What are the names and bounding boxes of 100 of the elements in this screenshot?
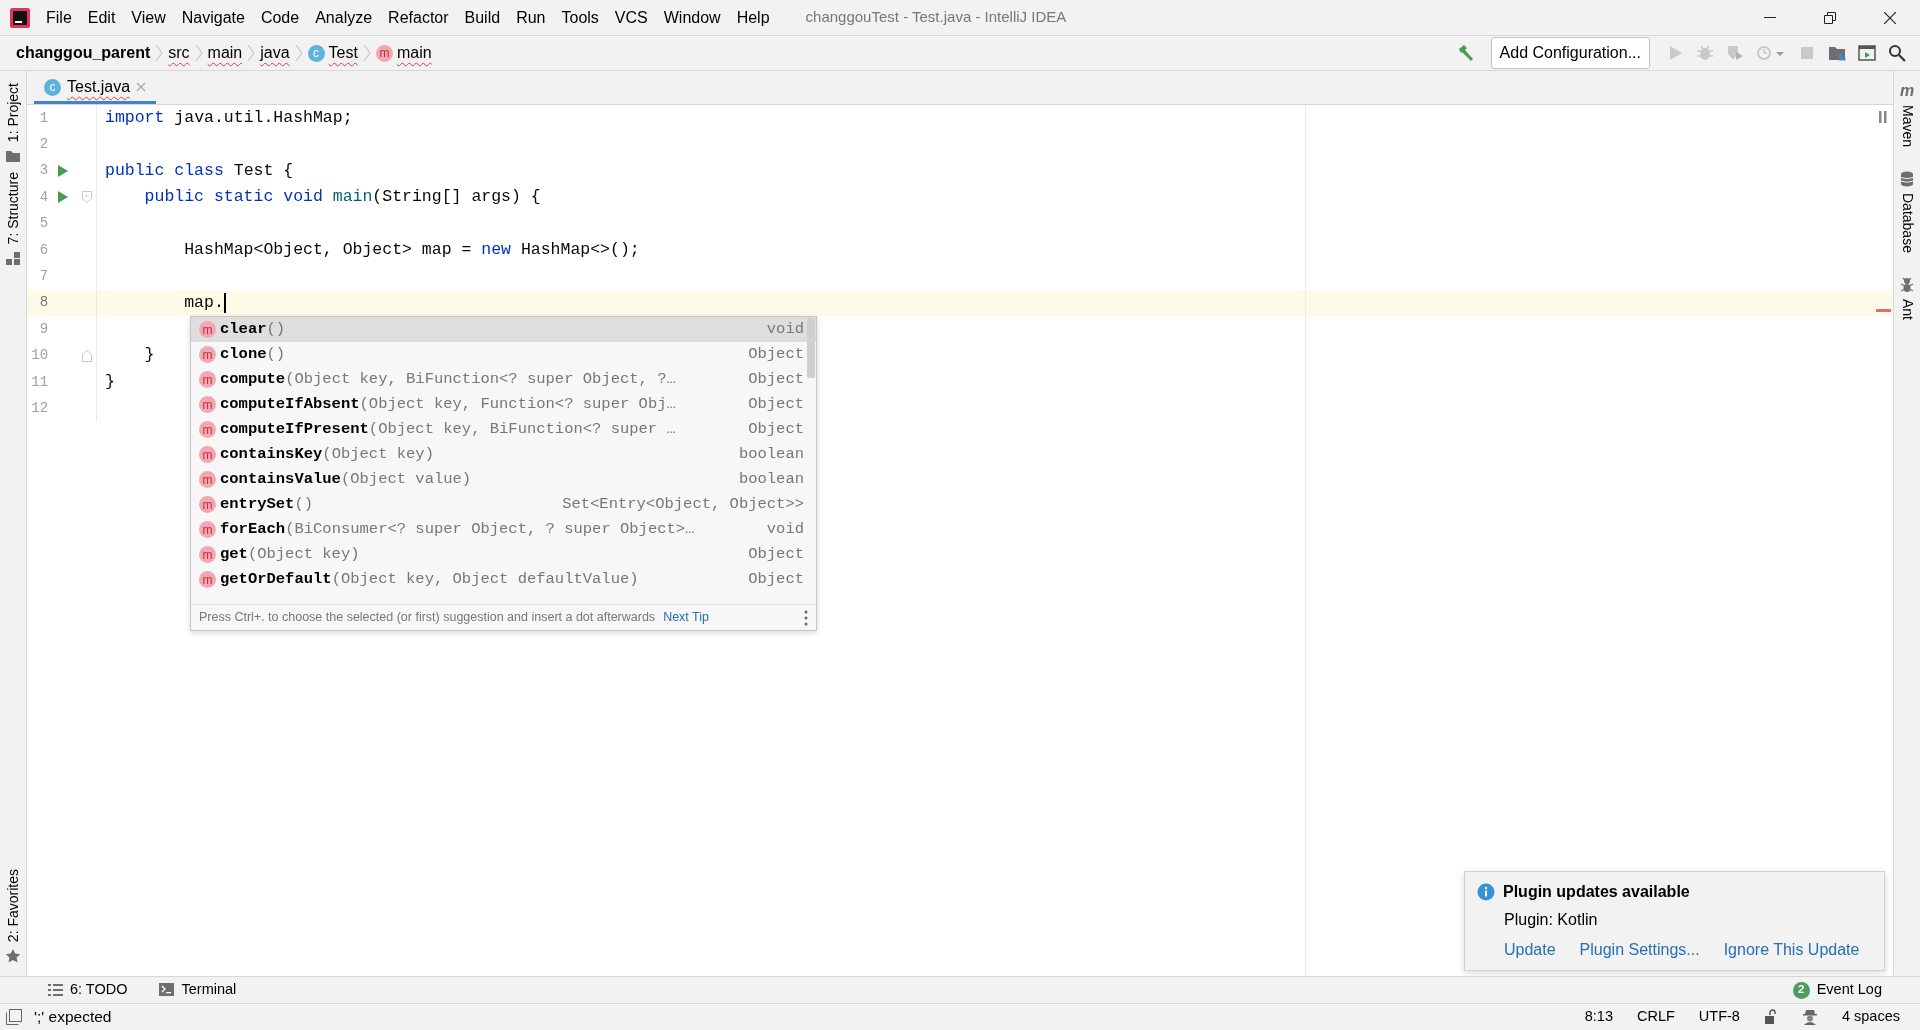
method-name: containsKey bbox=[220, 443, 323, 465]
line-separator[interactable]: CRLF bbox=[1637, 1006, 1675, 1028]
scrollbar-thumb[interactable] bbox=[807, 318, 815, 378]
menu-item[interactable]: VCS bbox=[606, 3, 656, 32]
menu-item[interactable]: File bbox=[38, 3, 80, 32]
method-params: (Object key, Function<? super Obj… bbox=[359, 393, 676, 415]
line-number: 1 bbox=[38, 108, 49, 128]
breadcrumb[interactable]: src bbox=[166, 41, 192, 65]
method-icon: m bbox=[199, 496, 216, 513]
tool-window-button[interactable]: 2: Favorites bbox=[2, 864, 24, 968]
method-params: () bbox=[266, 318, 286, 340]
tool-windows-icon[interactable] bbox=[6, 1009, 22, 1025]
breadcrumb[interactable]: m main bbox=[373, 41, 434, 65]
indent-setting[interactable]: 4 spaces bbox=[1841, 1006, 1900, 1028]
completion-item[interactable]: m clear() void bbox=[191, 317, 816, 342]
star-icon bbox=[5, 948, 21, 964]
menu-item[interactable]: Window bbox=[655, 3, 729, 32]
blocks-icon bbox=[5, 250, 21, 267]
menu-item[interactable]: Code bbox=[252, 3, 308, 32]
breadcrumb[interactable]: main bbox=[205, 41, 245, 65]
analysis-status-icon bbox=[1879, 111, 1887, 123]
class-icon: c bbox=[307, 44, 325, 62]
line-number: 4 bbox=[38, 187, 49, 207]
folder-grid-icon bbox=[1828, 44, 1846, 62]
method-params: (Object key, Object defaultValue) bbox=[331, 568, 639, 590]
method-name: clone bbox=[220, 343, 267, 365]
method-icon: m bbox=[199, 421, 216, 438]
breadcrumb[interactable]: java bbox=[258, 41, 292, 65]
method-icon: m bbox=[199, 471, 216, 488]
line-number: 5 bbox=[38, 214, 49, 234]
notification-message: Plugin: Kotlin bbox=[1504, 910, 1599, 930]
completion-item[interactable]: m getOrDefault(Object key, Object defaultValue) Object bbox=[191, 567, 816, 592]
caret-position[interactable]: 8:13 bbox=[1584, 1006, 1613, 1028]
menu-item[interactable]: Run bbox=[508, 3, 554, 32]
menu-item[interactable]: Build bbox=[456, 3, 509, 32]
terminal-icon bbox=[159, 982, 175, 998]
method-icon: m bbox=[199, 371, 216, 388]
tool-window-button[interactable]: 1: Project bbox=[2, 79, 24, 169]
line-number: 2 bbox=[38, 135, 49, 155]
method-icon: m bbox=[199, 571, 216, 588]
stop-icon bbox=[1798, 44, 1816, 62]
file-encoding[interactable]: UTF-8 bbox=[1698, 1006, 1740, 1028]
method-icon: m bbox=[199, 521, 216, 538]
bug-icon bbox=[1900, 276, 1914, 293]
line-number: 10 bbox=[30, 346, 49, 366]
code-line: } bbox=[143, 344, 155, 367]
completion-item[interactable]: m get(Object key) Object bbox=[191, 542, 816, 567]
inspector-icon[interactable] bbox=[1801, 1009, 1818, 1025]
completion-item[interactable]: m entrySet() Set<Entry<Object, Object>> bbox=[191, 492, 816, 517]
method-name: entrySet bbox=[220, 493, 295, 515]
clock-dropdown-icon bbox=[1756, 44, 1786, 62]
tool-window-button[interactable]: Database bbox=[1896, 167, 1918, 257]
text-cursor bbox=[223, 292, 226, 313]
notification-link[interactable]: Update bbox=[1504, 938, 1556, 962]
line-number: 8 bbox=[38, 293, 49, 313]
tool-window-button[interactable]: 6: TODO bbox=[40, 979, 136, 1001]
database-icon bbox=[1900, 171, 1914, 188]
completion-item[interactable]: m computeIfAbsent(Object key, Function<? super Obj… Object bbox=[191, 392, 816, 417]
event-log-button[interactable]: 2 Event Log bbox=[1784, 979, 1890, 1001]
menu-item[interactable]: Navigate bbox=[173, 3, 253, 32]
run-icon[interactable] bbox=[57, 163, 70, 178]
return-type: Object bbox=[748, 368, 804, 390]
method-icon: m bbox=[199, 321, 216, 338]
notification-link[interactable]: Ignore This Update bbox=[1723, 938, 1860, 962]
run-configuration-button[interactable]: Add Configuration... bbox=[1490, 37, 1650, 69]
completion-item[interactable]: m forEach(BiConsumer<? super Object, ? super Object>… void bbox=[191, 517, 816, 542]
unlock-icon[interactable] bbox=[1763, 1009, 1778, 1025]
completion-item[interactable]: m containsValue(Object value) boolean bbox=[191, 467, 816, 492]
tool-window-button[interactable]: Terminal bbox=[151, 979, 245, 1001]
fold-icon[interactable] bbox=[82, 191, 93, 204]
method-params: (Object key) bbox=[322, 443, 434, 465]
more-icon[interactable] bbox=[804, 609, 808, 626]
completion-item[interactable]: m computeIfPresent(Object key, BiFunction<? super … Object bbox=[191, 417, 816, 442]
run-icon[interactable] bbox=[57, 190, 70, 205]
method-params: (Object key, BiFunction<? super Object, ?… bbox=[285, 368, 676, 390]
tool-window-button[interactable]: Ant bbox=[1896, 272, 1918, 324]
next-tip-link[interactable]: Next Tip bbox=[663, 608, 709, 627]
breadcrumb[interactable]: changgou_parent bbox=[14, 41, 153, 65]
menu-item[interactable]: View bbox=[123, 3, 174, 32]
line-number: 12 bbox=[30, 399, 49, 418]
fold-end-icon[interactable] bbox=[82, 349, 93, 362]
menu-item[interactable]: Edit bbox=[79, 3, 124, 32]
maven-icon: m bbox=[1899, 83, 1915, 99]
tool-window-button[interactable]: m Maven bbox=[1896, 79, 1918, 152]
completion-item[interactable]: m containsKey(Object key) boolean bbox=[191, 442, 816, 467]
breadcrumb[interactable]: c Test bbox=[305, 41, 360, 65]
line-number: 6 bbox=[38, 240, 49, 260]
menu-item[interactable]: Tools bbox=[553, 3, 607, 32]
tool-window-button[interactable]: 7: Structure bbox=[2, 168, 24, 271]
method-name: computeIfPresent bbox=[220, 418, 369, 440]
menu-item[interactable]: Refactor bbox=[380, 3, 457, 32]
window-play-icon bbox=[1858, 44, 1876, 62]
line-number: 11 bbox=[30, 372, 49, 392]
menu-item[interactable]: Analyze bbox=[307, 3, 381, 32]
method-name: computeIfAbsent bbox=[220, 393, 360, 415]
window-title: changgouTest - Test.java - IntelliJ IDEA bbox=[805, 7, 1067, 28]
notification-link[interactable]: Plugin Settings... bbox=[1579, 938, 1700, 962]
menu-item[interactable]: Help bbox=[728, 3, 778, 32]
search-icon bbox=[1888, 44, 1906, 62]
status-message: ';' expected bbox=[34, 1007, 112, 1028]
